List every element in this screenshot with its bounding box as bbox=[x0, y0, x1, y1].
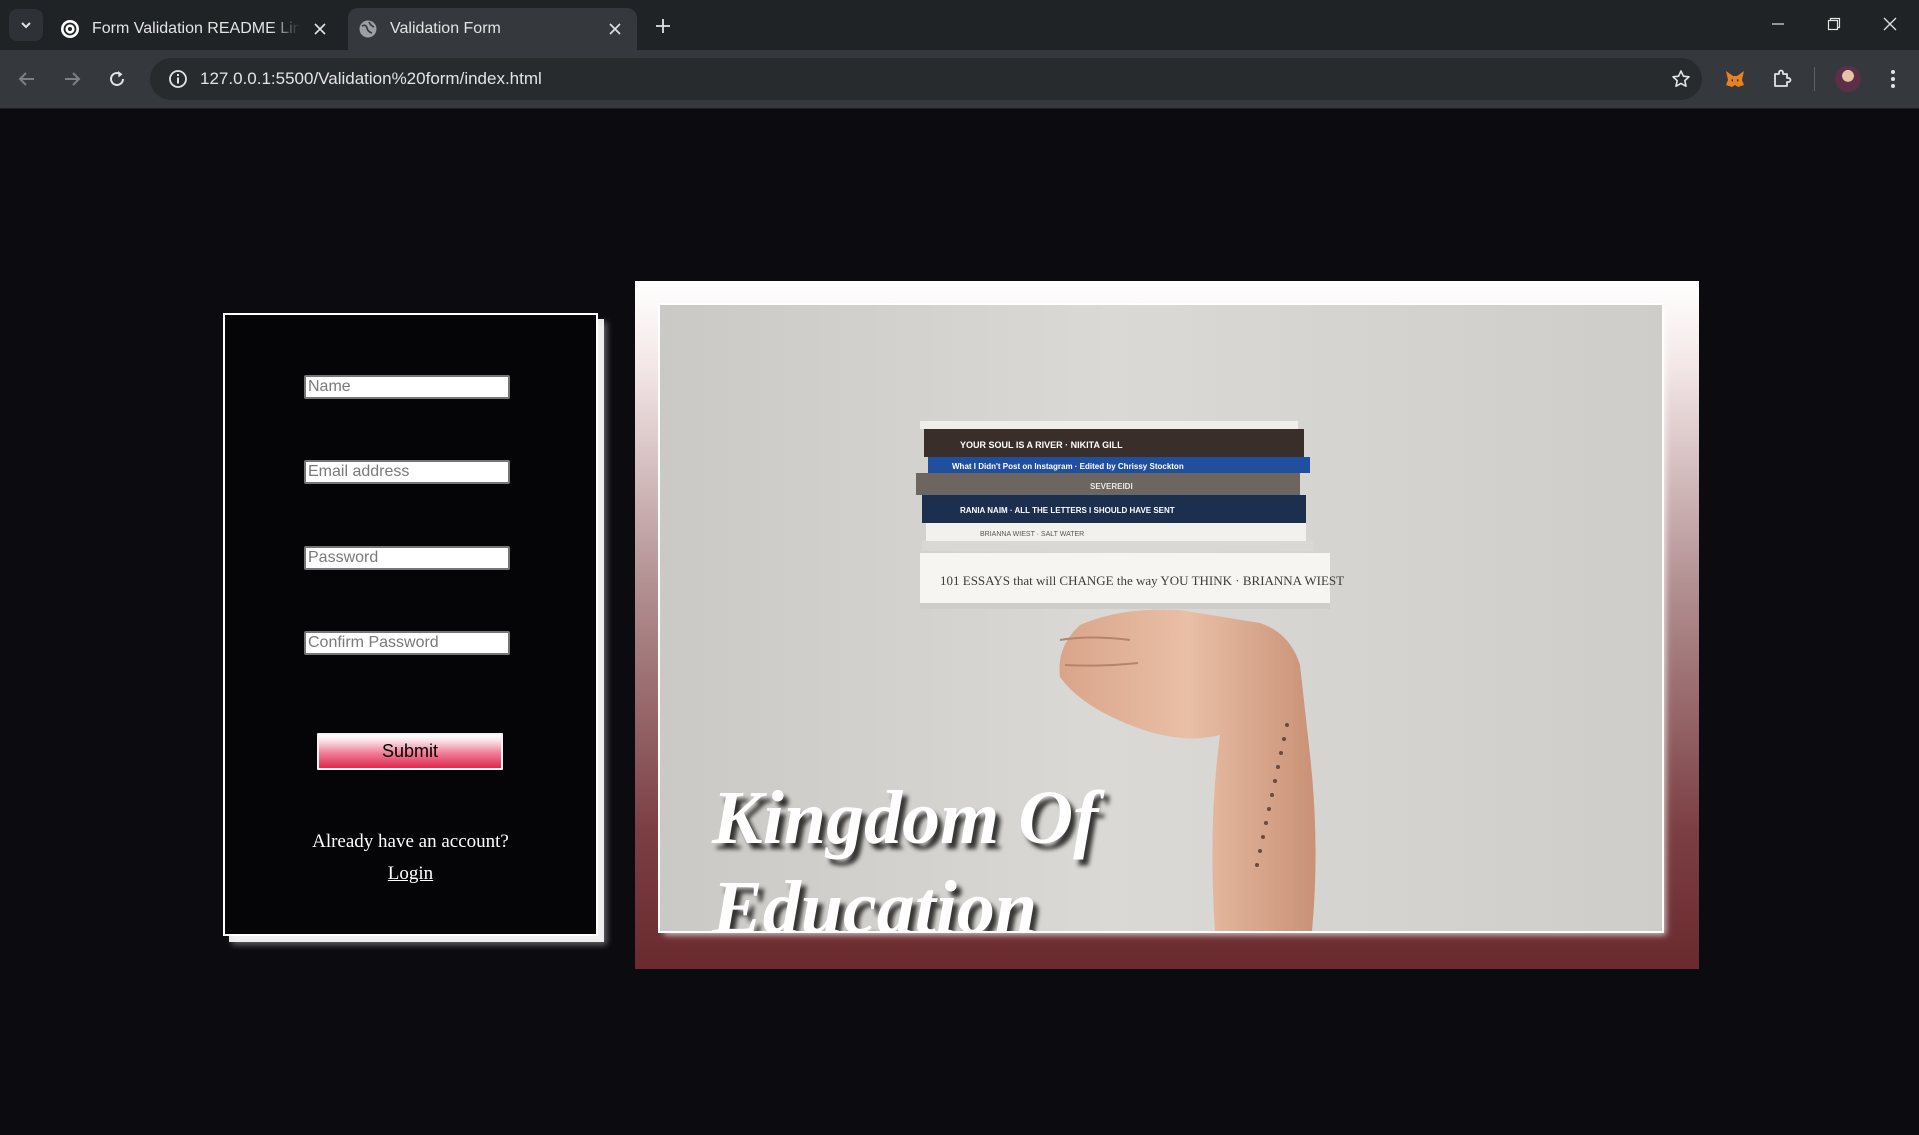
already-have-account-text: Already have an account? bbox=[312, 831, 509, 852]
profile-avatar[interactable] bbox=[1831, 62, 1865, 96]
tab-title: Validation Form bbox=[390, 20, 501, 37]
hero-title-line-2: Education bbox=[712, 866, 1038, 931]
close-window-button[interactable] bbox=[1862, 0, 1918, 48]
book-spine-6: 101 ESSAYS that will CHANGE the way YOU … bbox=[940, 573, 1344, 588]
address-bar[interactable]: 127.0.0.1:5500/Validation%20form/index.h… bbox=[150, 58, 1702, 100]
hero-title: Kingdom Of Education bbox=[712, 773, 1312, 931]
tab-title: Form Validation README LinkedIn bbox=[92, 20, 300, 38]
close-icon[interactable] bbox=[601, 15, 629, 43]
new-tab-button[interactable] bbox=[648, 11, 678, 41]
more-vertical-icon bbox=[1891, 70, 1895, 88]
globe-icon bbox=[358, 19, 378, 39]
avatar bbox=[1835, 66, 1861, 92]
close-icon[interactable] bbox=[306, 15, 334, 43]
minimize-button[interactable] bbox=[1750, 0, 1806, 48]
site-info-icon[interactable] bbox=[156, 69, 200, 89]
tab-strip: Form Validation README LinkedIn Validati… bbox=[0, 0, 1919, 50]
hero-image: YOUR SOUL IS A RIVER · NIKITA GILL What … bbox=[660, 305, 1662, 931]
book-spine-5: BRIANNA WIEST · SALT WATER bbox=[980, 531, 1084, 538]
email-input[interactable] bbox=[304, 460, 510, 484]
signup-form: Submit Already have an account? Login bbox=[223, 313, 598, 936]
page-content: Submit Already have an account? Login bbox=[0, 109, 1919, 1135]
confirm-password-input[interactable] bbox=[304, 631, 510, 655]
close-icon bbox=[1883, 17, 1897, 31]
tab-search-button[interactable] bbox=[9, 9, 43, 41]
tab-form-validation-readme[interactable]: Form Validation README LinkedIn bbox=[50, 8, 342, 50]
restore-icon bbox=[1827, 17, 1841, 31]
hero-frame: YOUR SOUL IS A RIVER · NIKITA GILL What … bbox=[635, 281, 1699, 969]
minimize-icon bbox=[1772, 23, 1784, 25]
tab-validation-form[interactable]: Validation Form bbox=[348, 8, 637, 50]
restore-button[interactable] bbox=[1806, 0, 1862, 48]
openai-favicon-icon bbox=[60, 19, 80, 39]
name-input[interactable] bbox=[304, 375, 510, 399]
password-input[interactable] bbox=[304, 546, 510, 570]
submit-button[interactable]: Submit bbox=[317, 733, 503, 770]
forward-button[interactable] bbox=[55, 62, 89, 96]
arrow-right-icon bbox=[65, 72, 81, 86]
login-link[interactable]: Login bbox=[225, 863, 596, 885]
book-spine-4: RANIA NAIM · ALL THE LETTERS I SHOULD HA… bbox=[960, 506, 1175, 515]
book-spine-2: What I Didn't Post on Instagram · Edited… bbox=[952, 462, 1184, 471]
arrow-left-icon bbox=[18, 72, 34, 86]
bookmark-star-icon[interactable] bbox=[1660, 69, 1702, 89]
chevron-down-icon bbox=[21, 22, 31, 29]
toolbar-divider bbox=[1814, 67, 1815, 91]
reload-icon bbox=[110, 71, 124, 86]
extensions-puzzle-icon[interactable] bbox=[1765, 62, 1799, 96]
reload-button[interactable] bbox=[100, 62, 134, 96]
browser-toolbar: 127.0.0.1:5500/Validation%20form/index.h… bbox=[0, 50, 1919, 108]
book-spine-3: SEVEREIDI bbox=[1090, 482, 1133, 491]
url-text: 127.0.0.1:5500/Validation%20form/index.h… bbox=[200, 69, 542, 88]
hero-title-line-1: Kingdom Of bbox=[712, 776, 1099, 860]
metamask-extension-icon[interactable] bbox=[1718, 62, 1752, 96]
menu-button[interactable] bbox=[1876, 62, 1910, 96]
plus-icon bbox=[656, 19, 670, 33]
back-button[interactable] bbox=[10, 62, 44, 96]
book-spine-1: YOUR SOUL IS A RIVER · NIKITA GILL bbox=[960, 440, 1123, 450]
